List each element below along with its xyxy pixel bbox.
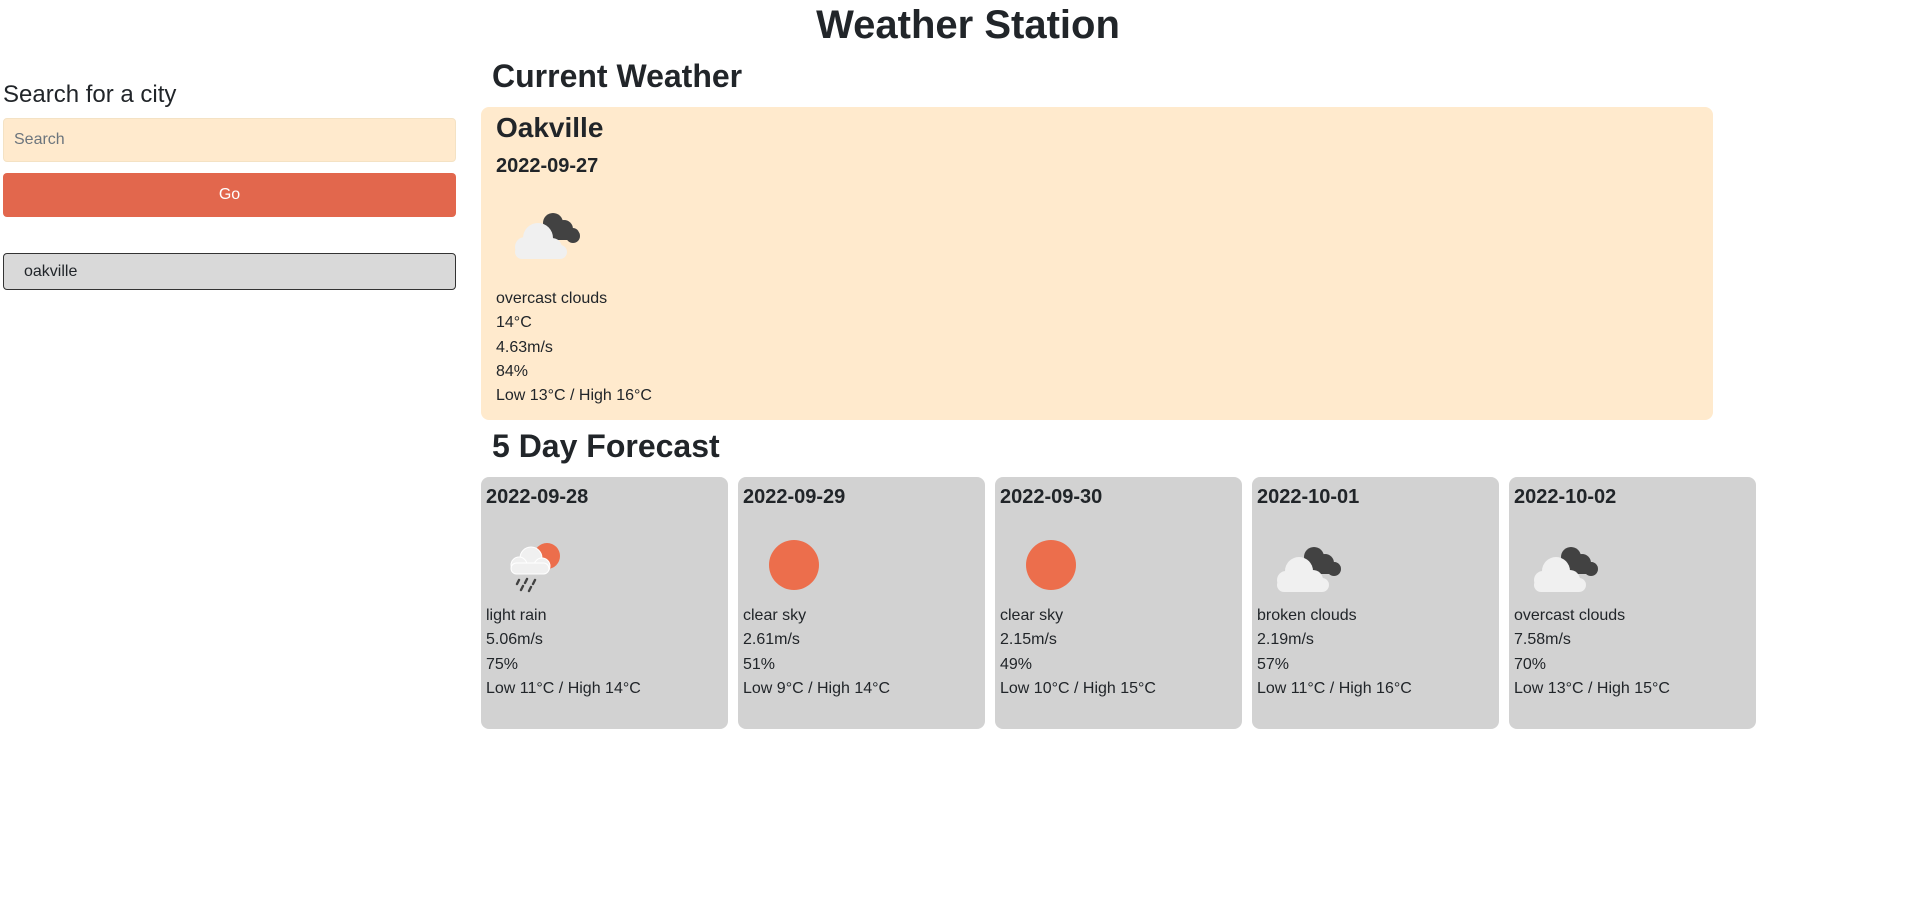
forecast-wind: 5.06m/s xyxy=(486,631,543,649)
overcast-clouds-icon xyxy=(1514,510,1614,610)
forecast-temp-range: Low 10°C / High 15°C xyxy=(1000,679,1156,697)
current-weather-card: Oakville 2022-09-27 overcast clouds 14°C… xyxy=(481,107,1713,420)
light-rain-icon xyxy=(486,510,586,610)
overcast-clouds-icon xyxy=(492,183,592,283)
forecast-date: 2022-09-30 xyxy=(1000,486,1103,508)
forecast-temp-range: Low 11°C / High 14°C xyxy=(486,679,641,697)
sidebar: Search for a city Go oakville xyxy=(3,80,456,290)
forecast-humidity: 49% xyxy=(1000,655,1033,673)
current-wind: 4.63m/s xyxy=(496,338,553,356)
forecast-temp-range: Low 9°C / High 14°C xyxy=(743,679,891,697)
forecast-temp-range: Low 13°C / High 15°C xyxy=(1514,679,1670,697)
go-button[interactable]: Go xyxy=(3,173,456,217)
forecast-card: 2022-10-01 broken clouds 2.19m/s 57% Low… xyxy=(1252,477,1499,729)
forecast-description: broken clouds xyxy=(1257,607,1357,624)
forecast-date: 2022-09-29 xyxy=(743,486,846,508)
current-date: 2022-09-27 xyxy=(496,155,599,177)
forecast-temp-range: Low 11°C / High 16°C xyxy=(1257,679,1412,697)
broken-clouds-icon xyxy=(1257,510,1357,610)
forecast-description: overcast clouds xyxy=(1514,607,1626,624)
current-humidity: 84% xyxy=(496,362,529,380)
forecast-card: 2022-10-02 overcast clouds 7.58m/s 70% L… xyxy=(1509,477,1756,729)
forecast-card: 2022-09-30 clear sky 2.15m/s 49% Low 10°… xyxy=(995,477,1242,729)
forecast-humidity: 75% xyxy=(486,655,519,673)
current-temperature: 14°C xyxy=(496,314,532,332)
forecast-description: clear sky xyxy=(1000,607,1064,624)
forecast-humidity: 51% xyxy=(743,655,776,673)
forecast-description: clear sky xyxy=(743,607,807,624)
forecast-wind: 2.61m/s xyxy=(743,631,800,649)
search-heading: Search for a city xyxy=(3,81,177,108)
forecast-card: 2022-09-29 clear sky 2.61m/s 51% Low 9°C… xyxy=(738,477,985,729)
forecast-humidity: 70% xyxy=(1514,655,1547,673)
search-input[interactable] xyxy=(3,118,456,162)
forecast-card: 2022-09-28 light rain 5.06m/s 75% Low 11… xyxy=(481,477,728,729)
page-title: Weather Station xyxy=(816,3,1120,47)
clear-sky-icon xyxy=(743,510,843,610)
forecast-wind: 7.58m/s xyxy=(1514,631,1571,649)
forecast-humidity: 57% xyxy=(1257,655,1290,673)
forecast-date: 2022-10-01 xyxy=(1257,486,1360,508)
forecast-date: 2022-10-02 xyxy=(1514,486,1617,508)
current-weather-heading: Current Weather xyxy=(492,58,743,94)
forecast-description: light rain xyxy=(486,607,547,624)
forecast-wind: 2.19m/s xyxy=(1257,631,1314,649)
forecast-wind: 2.15m/s xyxy=(1000,631,1057,649)
current-city: Oakville xyxy=(496,112,604,143)
forecast-heading: 5 Day Forecast xyxy=(492,428,720,464)
history-item-oakville[interactable]: oakville xyxy=(3,253,456,290)
clear-sky-icon xyxy=(1000,510,1100,610)
current-temp-range: Low 13°C / High 16°C xyxy=(496,387,652,405)
forecast-date: 2022-09-28 xyxy=(486,486,589,508)
current-description: overcast clouds xyxy=(496,290,608,307)
